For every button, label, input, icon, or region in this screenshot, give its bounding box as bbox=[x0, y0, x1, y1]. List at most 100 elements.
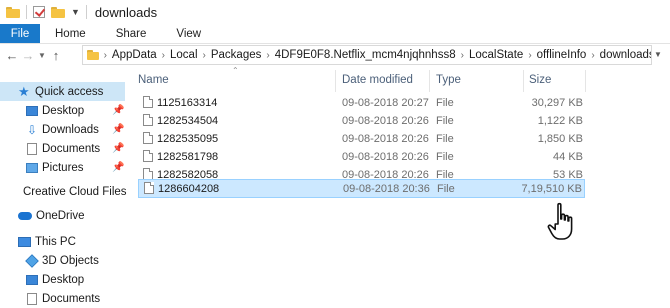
nav-item-onedrive[interactable]: OneDrive bbox=[0, 206, 125, 225]
title-bar: ▼ downloads bbox=[0, 0, 670, 24]
chevron-right-icon[interactable]: › bbox=[591, 50, 594, 61]
customize-toolbar-chevron-down-icon[interactable]: ▼ bbox=[71, 7, 80, 17]
document-icon bbox=[27, 142, 37, 155]
forward-arrow-icon[interactable]: → bbox=[20, 45, 36, 65]
navigation-bar: ← → ▼ ↑ « › AppData › Local › Packages ›… bbox=[0, 44, 670, 66]
tab-home[interactable]: Home bbox=[40, 24, 101, 43]
nav-item-downloads[interactable]: ⇩ Downloads 📌 bbox=[0, 120, 125, 139]
nav-item-desktop[interactable]: Desktop 📌 bbox=[0, 101, 125, 120]
column-divider[interactable] bbox=[523, 70, 524, 92]
nav-item-desktop-pc[interactable]: Desktop bbox=[0, 270, 125, 289]
file-date-modified: 09-08-2018 20:26 bbox=[342, 132, 429, 145]
file-size: 44 KB bbox=[553, 150, 583, 163]
file-size: 1,122 KB bbox=[537, 114, 583, 127]
nav-item-label: OneDrive bbox=[36, 209, 85, 222]
address-bar[interactable]: « › AppData › Local › Packages › 4DF9E0F… bbox=[82, 45, 652, 65]
document-icon bbox=[27, 292, 37, 305]
address-history-chevron-down-icon[interactable]: ▼ bbox=[654, 50, 662, 59]
3d-objects-icon bbox=[25, 253, 39, 268]
file-row[interactable]: 1282581798 09-08-2018 20:26 File 44 KB bbox=[138, 148, 585, 165]
file-row-selected[interactable]: 1286604208 09-08-2018 20:36 File 7,19,51… bbox=[138, 179, 585, 198]
file-row[interactable]: 1125163314 09-08-2018 20:27 File 30,297 … bbox=[138, 94, 585, 111]
file-size: 30,297 KB bbox=[531, 96, 583, 109]
navigation-pane: ★ Quick access Desktop 📌 ⇩ Downloads 📌 D… bbox=[0, 72, 127, 308]
file-type: File bbox=[436, 150, 454, 163]
column-headers: Name Date modified Type Size bbox=[131, 66, 670, 94]
chevron-right-icon[interactable]: › bbox=[528, 50, 531, 61]
computer-icon bbox=[18, 236, 31, 247]
file-size: 1,850 KB bbox=[537, 132, 583, 145]
nav-item-label: Creative Cloud Files bbox=[23, 185, 127, 198]
column-divider[interactable] bbox=[335, 70, 336, 92]
column-divider[interactable] bbox=[585, 70, 586, 92]
file-date-modified: 09-08-2018 20:27 bbox=[342, 96, 429, 109]
breadcrumb-netflix-package[interactable]: 4DF9E0F8.Netflix_mcm4njqhnhss8 bbox=[275, 49, 456, 61]
breadcrumb-downloads[interactable]: downloads bbox=[600, 49, 651, 61]
pin-icon: 📌 bbox=[112, 105, 125, 116]
breadcrumb-appdata[interactable]: AppData bbox=[112, 49, 157, 61]
chevron-right-icon[interactable]: › bbox=[203, 50, 206, 61]
chevron-right-icon[interactable]: › bbox=[266, 50, 269, 61]
nav-item-label: Documents bbox=[42, 292, 101, 305]
file-row[interactable]: 1282534504 09-08-2018 20:26 File 1,122 K… bbox=[138, 112, 585, 129]
chevron-right-icon[interactable]: › bbox=[104, 50, 107, 61]
tab-view[interactable]: View bbox=[161, 24, 216, 43]
hand-pointer-cursor-icon bbox=[547, 202, 573, 240]
folder-icon[interactable] bbox=[6, 6, 20, 18]
file-icon bbox=[143, 96, 153, 108]
column-header-date-modified[interactable]: Date modified bbox=[342, 74, 413, 86]
nav-item-this-pc[interactable]: This PC bbox=[0, 232, 125, 251]
file-name: 1125163314 bbox=[157, 96, 218, 109]
file-name: 1286604208 bbox=[158, 182, 220, 195]
file-size: 7,19,510 KB bbox=[521, 182, 582, 195]
new-folder-icon[interactable] bbox=[51, 6, 65, 18]
divider bbox=[26, 5, 27, 19]
back-arrow-icon[interactable]: ← bbox=[4, 45, 20, 65]
desktop-icon bbox=[26, 105, 38, 116]
nav-item-label: Quick access bbox=[35, 85, 104, 98]
up-arrow-icon[interactable]: ↑ bbox=[48, 45, 64, 65]
file-type: File bbox=[436, 96, 454, 109]
divider bbox=[85, 5, 87, 19]
nav-item-creative-cloud-files[interactable]: Creative Cloud Files bbox=[0, 182, 127, 201]
breadcrumb-local[interactable]: Local bbox=[170, 49, 198, 61]
column-header-type[interactable]: Type bbox=[436, 74, 461, 86]
file-icon bbox=[144, 182, 154, 194]
nav-item-documents[interactable]: Documents 📌 bbox=[0, 139, 125, 158]
nav-item-documents-pc[interactable]: Documents bbox=[0, 289, 125, 308]
tab-share[interactable]: Share bbox=[101, 24, 162, 43]
chevron-right-icon[interactable]: › bbox=[162, 50, 165, 61]
column-divider[interactable] bbox=[429, 70, 430, 92]
ribbon-tabs: File Home Share View bbox=[0, 24, 670, 44]
column-header-size[interactable]: Size bbox=[529, 74, 551, 86]
file-date-modified: 09-08-2018 20:26 bbox=[342, 114, 429, 127]
file-name: 1282581798 bbox=[157, 150, 219, 163]
column-header-name[interactable]: Name bbox=[138, 74, 169, 86]
onedrive-icon bbox=[18, 211, 32, 220]
nav-item-label: This PC bbox=[35, 235, 76, 248]
pin-icon: 📌 bbox=[112, 162, 125, 173]
breadcrumb-offlineinfo[interactable]: offlineInfo bbox=[537, 49, 587, 61]
file-type: File bbox=[437, 182, 455, 195]
file-icon bbox=[143, 114, 153, 126]
nav-item-quick-access[interactable]: ★ Quick access bbox=[0, 82, 125, 101]
window-title: downloads bbox=[94, 4, 158, 20]
chevron-right-icon[interactable]: › bbox=[461, 50, 464, 61]
file-type: File bbox=[436, 114, 454, 127]
file-date-modified: 09-08-2018 20:26 bbox=[342, 150, 429, 163]
nav-item-label: Documents bbox=[42, 142, 101, 155]
recent-locations-chevron-down-icon[interactable]: ▼ bbox=[36, 45, 48, 65]
file-name: 1282534504 bbox=[157, 114, 219, 127]
nav-item-label: Pictures bbox=[42, 161, 84, 174]
file-name: 1282535095 bbox=[157, 132, 219, 145]
file-row[interactable]: 1282535095 09-08-2018 20:26 File 1,850 K… bbox=[138, 130, 585, 147]
breadcrumb-localstate[interactable]: LocalState bbox=[469, 49, 523, 61]
tab-file[interactable]: File bbox=[0, 24, 40, 43]
nav-item-label: Desktop bbox=[42, 273, 85, 286]
properties-icon[interactable] bbox=[33, 6, 45, 18]
nav-item-label: 3D Objects bbox=[42, 254, 99, 267]
breadcrumb-packages[interactable]: Packages bbox=[211, 49, 262, 61]
nav-item-3d-objects[interactable]: 3D Objects bbox=[0, 251, 125, 270]
pictures-icon bbox=[26, 162, 38, 173]
nav-item-pictures[interactable]: Pictures 📌 bbox=[0, 158, 125, 177]
